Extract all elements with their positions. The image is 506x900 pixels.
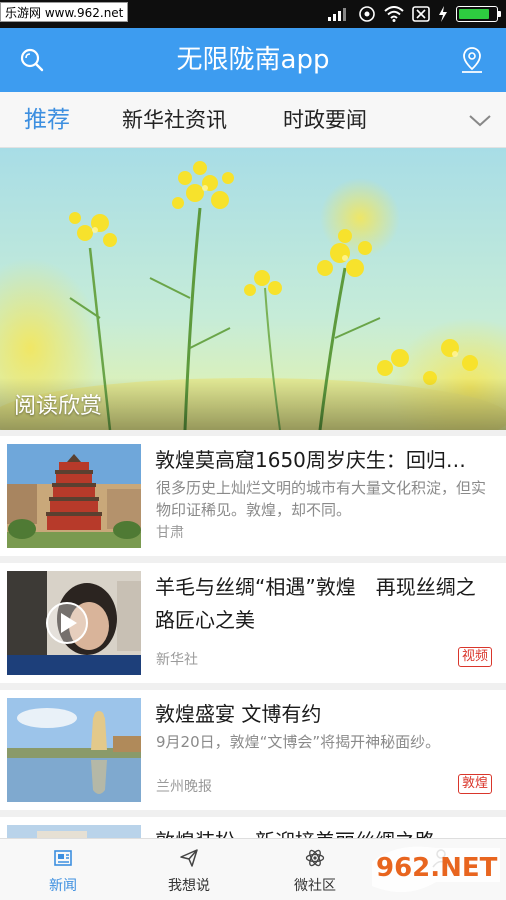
status-icons [328, 5, 501, 23]
news-item[interactable]: 敦煌盛宴 文博有约 9月20日，敦煌“文博会”将揭开神秘面纱。 兰州晚报 敦煌 [0, 690, 506, 810]
mogao-pagoda-image [7, 444, 141, 548]
tab-recommended[interactable]: 推荐 [24, 92, 70, 148]
news-tag-dunhuang: 敦煌 [457, 774, 492, 794]
paper-plane-icon [180, 849, 198, 867]
news-thumbnail-image [7, 825, 141, 838]
news-title: 羊毛与丝绸“相遇”敦煌 再现丝绸之路匠心之美 [155, 575, 476, 632]
news-thumbnail [7, 571, 141, 675]
news-source: 新华社 [156, 652, 198, 668]
logo-962: 962.NET 乐游网 [376, 853, 506, 883]
news-title: 敦煌盛宴 文博有约 [155, 702, 322, 726]
more-tabs-button[interactable] [466, 106, 494, 134]
news-source: 兰州晚报 [156, 779, 212, 795]
news-thumbnail [7, 698, 141, 802]
news-title: 敦煌莫高窟1650周岁庆生：回归… [155, 448, 466, 472]
app-header: 无限陇南app [0, 28, 506, 92]
nav-community[interactable]: 微社区 [252, 839, 378, 900]
news-item[interactable]: 敦煌装扮 新迎接美丽丝绸之路 [0, 817, 506, 838]
dunhuang-lake-image [7, 698, 141, 802]
news-icon [54, 850, 72, 866]
news-title: 敦煌装扮 新迎接美丽丝绸之路 [155, 825, 495, 838]
nav-label: 微社区 [294, 878, 336, 894]
nav-label: 我想说 [168, 878, 210, 894]
nav-label: 新闻 [49, 878, 77, 894]
video-thumbnail-image [7, 571, 141, 675]
site-logo-watermark: 962.NET 乐游网 [372, 846, 506, 893]
tab-xinhua-news[interactable]: 新华社资讯 [122, 92, 227, 148]
map-pin-icon [462, 47, 482, 73]
news-item[interactable]: 羊毛与丝绸“相遇”敦煌 再现丝绸之路匠心之美 新华社 视频 [0, 563, 506, 683]
status-bar: 乐游网 www.962.net [0, 0, 506, 28]
site-watermark: 乐游网 www.962.net [0, 2, 129, 22]
charging-icon [439, 6, 447, 22]
news-item[interactable]: 敦煌莫高窟1650周岁庆生：回归… 很多历史上灿烂文明的城市有大量文化积淀，但实… [0, 436, 506, 556]
atom-icon [305, 849, 325, 867]
chevron-down-icon [469, 115, 491, 127]
news-tag-video: 视频 [457, 647, 492, 667]
hero-banner[interactable]: 阅读欣赏 [0, 148, 506, 430]
news-thumbnail [7, 825, 141, 838]
nav-speak[interactable]: 我想说 [126, 839, 252, 900]
news-source: 甘肃 [156, 525, 184, 541]
tab-politics[interactable]: 时政要闻 [283, 92, 367, 148]
category-tabs: 推荐 新华社资讯 时政要闻 [0, 92, 506, 148]
battery-icon [456, 6, 501, 22]
wifi-icon [384, 6, 404, 22]
signal-icon [328, 8, 346, 21]
sim-off-icon [412, 6, 430, 22]
news-summary: 9月20日，敦煌“文博会”将揭开神秘面纱。 [156, 733, 441, 751]
battery-level [459, 9, 489, 19]
location-button[interactable] [456, 44, 488, 76]
news-thumbnail [7, 444, 141, 548]
nav-news[interactable]: 新闻 [0, 839, 126, 900]
page-title: 无限陇南app [176, 45, 330, 75]
hero-caption: 阅读欣赏 [14, 394, 103, 419]
hero-caption-bar: 阅读欣赏 [0, 378, 506, 430]
news-summary: 很多历史上灿烂文明的城市有大量文化积淀，但实物印证稀见。敦煌，却不同。 [156, 479, 487, 519]
location-status-icon [359, 6, 375, 22]
